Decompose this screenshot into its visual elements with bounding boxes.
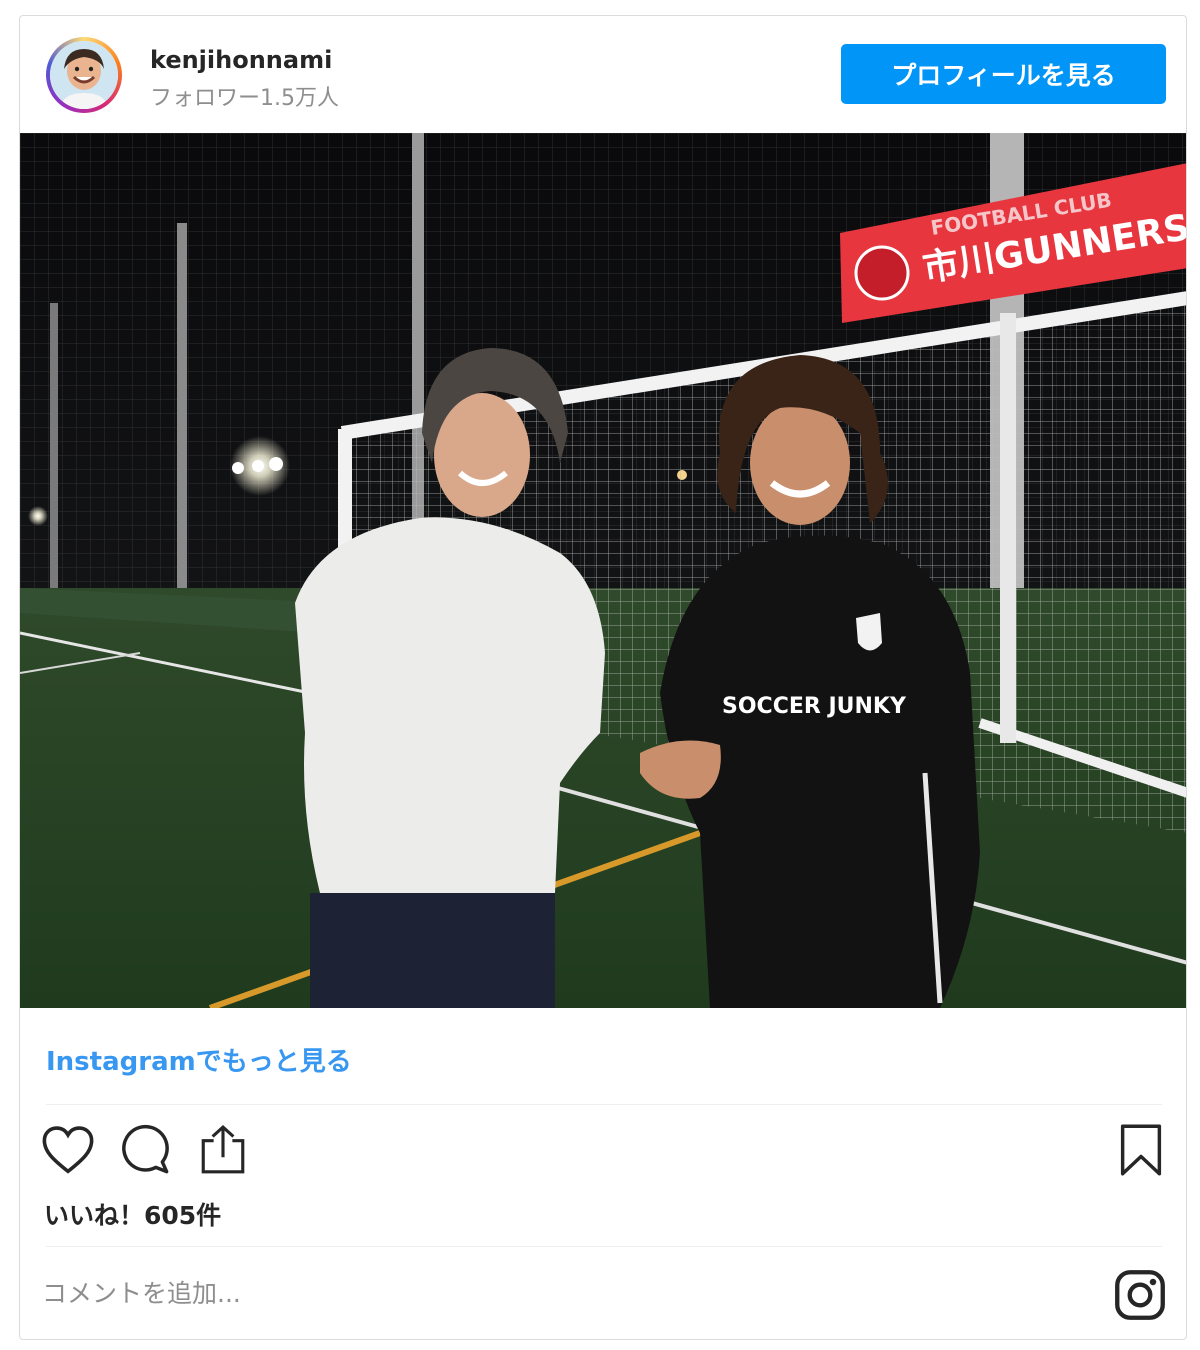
follower-count: フォロワー1.5万人 xyxy=(150,86,339,111)
instagram-more-link[interactable]: Instagramでもっと見る xyxy=(46,1041,352,1078)
action-bar xyxy=(20,1116,1186,1186)
like-count: いいね！605件 xyxy=(44,1201,222,1230)
comment-input[interactable]: コメントを追加... xyxy=(42,1261,1062,1323)
instagram-icon[interactable] xyxy=(1114,1269,1166,1321)
post-photo[interactable]: FOOTBALL CLUB 市川GUNNERS SOCCER JUNKY xyxy=(20,133,1186,1008)
avatar-image xyxy=(50,41,118,109)
divider xyxy=(46,1104,1162,1105)
heart-icon[interactable] xyxy=(40,1122,96,1178)
share-icon[interactable] xyxy=(195,1122,251,1178)
instagram-embed-card: kenjihonnami フォロワー1.5万人 プロフィールを見る FOOTBA… xyxy=(19,15,1187,1340)
divider xyxy=(46,1246,1162,1247)
post-header: kenjihonnami フォロワー1.5万人 プロフィールを見る xyxy=(20,16,1186,133)
comment-icon[interactable] xyxy=(117,1122,173,1178)
shirt-text: SOCCER JUNKY xyxy=(722,694,907,719)
bookmark-icon[interactable] xyxy=(1113,1122,1169,1178)
avatar[interactable] xyxy=(46,37,122,113)
username[interactable]: kenjihonnami xyxy=(150,46,332,74)
view-profile-button[interactable]: プロフィールを見る xyxy=(841,44,1166,104)
